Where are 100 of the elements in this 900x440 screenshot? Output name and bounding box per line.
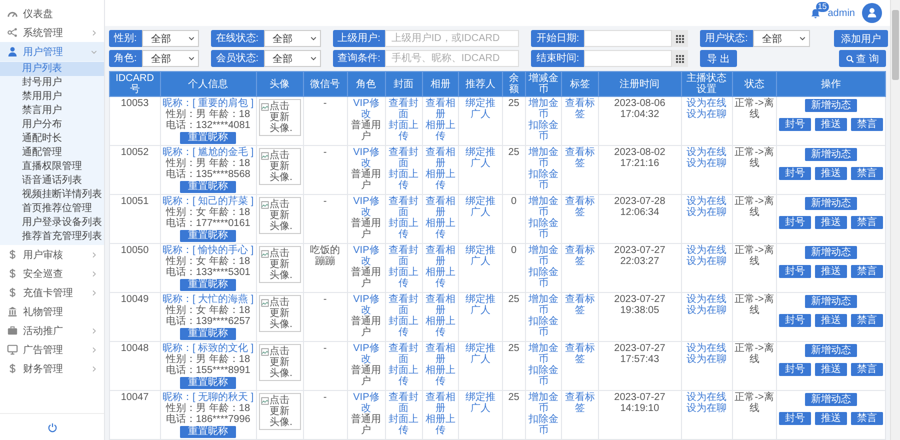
vip-edit-link[interactable]: VIP修改 bbox=[350, 343, 383, 365]
album-link[interactable]: 相册上传 bbox=[424, 267, 456, 289]
album-link[interactable]: 查看相册 bbox=[424, 294, 456, 316]
nickname-link[interactable]: 昵称：[ 愉快的手心 ] bbox=[162, 245, 254, 256]
action-button[interactable]: 新增动态 bbox=[804, 197, 857, 210]
select-field[interactable]: 全部 bbox=[264, 30, 321, 47]
coin-link[interactable]: 扣除金币 bbox=[528, 267, 560, 289]
vip-edit-link[interactable]: VIP修改 bbox=[350, 392, 383, 414]
avatar-placeholder[interactable]: 点击更新头像. bbox=[258, 148, 301, 185]
host-status-link[interactable]: 设为在聊 bbox=[686, 403, 727, 414]
host-status-link[interactable]: 设为在线 bbox=[686, 147, 727, 158]
cover-link[interactable]: 查看封面 bbox=[388, 196, 420, 218]
menu-item[interactable]: 财务管理 bbox=[0, 359, 104, 378]
action-button[interactable]: 新增动态 bbox=[804, 393, 857, 406]
submenu-item[interactable]: 通配时长 bbox=[0, 132, 104, 146]
action-button[interactable]: 封号 bbox=[778, 363, 811, 376]
submenu-item[interactable]: 首页推荐位管理 bbox=[0, 202, 104, 216]
avatar-placeholder[interactable]: 点击更新头像. bbox=[258, 344, 301, 381]
action-button[interactable]: 禁言 bbox=[850, 216, 883, 229]
reset-nickname-button[interactable]: 重置昵称 bbox=[180, 181, 236, 193]
host-status-link[interactable]: 设为在线 bbox=[686, 294, 727, 305]
date-field[interactable] bbox=[584, 30, 672, 47]
album-link[interactable]: 查看相册 bbox=[424, 147, 456, 169]
menu-item[interactable]: 用户管理 bbox=[0, 42, 104, 61]
cover-link[interactable]: 封面上传 bbox=[388, 218, 420, 240]
cover-link[interactable]: 查看封面 bbox=[388, 343, 420, 365]
action-button[interactable]: 新增动态 bbox=[804, 148, 857, 161]
avatar-placeholder[interactable]: 点击更新头像. bbox=[258, 295, 301, 332]
host-status-link[interactable]: 设为在聊 bbox=[686, 256, 727, 267]
reset-nickname-button[interactable]: 重置昵称 bbox=[180, 230, 236, 242]
scrollbar[interactable] bbox=[890, 0, 900, 440]
vip-edit-link[interactable]: VIP修改 bbox=[350, 196, 383, 218]
action-button[interactable]: 新增动态 bbox=[804, 99, 857, 112]
nickname-link[interactable]: 昵称：[ 无聊的秋天 ] bbox=[162, 392, 254, 403]
submenu-item[interactable]: 用户列表 bbox=[0, 62, 104, 76]
action-button[interactable]: 封号 bbox=[778, 265, 811, 278]
coin-link[interactable]: 扣除金币 bbox=[528, 414, 560, 436]
action-button[interactable]: 推送 bbox=[814, 363, 847, 376]
submenu-item[interactable]: 用户分布 bbox=[0, 118, 104, 132]
album-link[interactable]: 查看相册 bbox=[424, 245, 456, 267]
album-link[interactable]: 查看相册 bbox=[424, 392, 456, 414]
vip-edit-link[interactable]: VIP修改 bbox=[350, 98, 383, 120]
coin-link[interactable]: 增加金币 bbox=[528, 147, 560, 169]
coin-link[interactable]: 扣除金币 bbox=[528, 365, 560, 387]
coin-link[interactable]: 扣除金币 bbox=[528, 218, 560, 240]
coin-link[interactable]: 增加金币 bbox=[528, 98, 560, 120]
cover-link[interactable]: 查看封面 bbox=[388, 147, 420, 169]
coin-link[interactable]: 增加金币 bbox=[528, 245, 560, 267]
action-button[interactable]: 禁言 bbox=[850, 412, 883, 425]
coin-link[interactable]: 增加金币 bbox=[528, 294, 560, 316]
menu-item[interactable]: 仪表盘 bbox=[0, 4, 104, 23]
submenu-item[interactable]: 直播权限管理 bbox=[0, 160, 104, 174]
menu-item[interactable]: 用户审核 bbox=[0, 245, 104, 264]
album-link[interactable]: 相册上传 bbox=[424, 218, 456, 240]
vip-edit-link[interactable]: VIP修改 bbox=[350, 147, 383, 169]
album-link[interactable]: 相册上传 bbox=[424, 414, 456, 436]
reset-nickname-button[interactable]: 重置昵称 bbox=[180, 279, 236, 291]
coin-link[interactable]: 增加金币 bbox=[528, 343, 560, 365]
host-status-link[interactable]: 设为在聊 bbox=[686, 354, 727, 365]
action-button[interactable]: 推送 bbox=[814, 167, 847, 180]
cover-link[interactable]: 封面上传 bbox=[388, 169, 420, 191]
host-status-link[interactable]: 设为在聊 bbox=[686, 158, 727, 169]
album-link[interactable]: 查看相册 bbox=[424, 196, 456, 218]
input-field[interactable]: 手机号、昵称、IDCARD bbox=[385, 50, 520, 67]
submenu-item[interactable]: 通配管理 bbox=[0, 146, 104, 160]
add-user-button[interactable]: 添加用户 bbox=[834, 30, 888, 47]
action-button[interactable]: 禁言 bbox=[850, 363, 883, 376]
avatar-placeholder[interactable]: 点击更新头像. bbox=[258, 197, 301, 234]
host-status-link[interactable]: 设为在聊 bbox=[686, 109, 727, 120]
album-link[interactable]: 相册上传 bbox=[424, 169, 456, 191]
action-button[interactable]: 推送 bbox=[814, 314, 847, 327]
cover-link[interactable]: 封面上传 bbox=[388, 120, 420, 142]
vip-edit-link[interactable]: VIP修改 bbox=[350, 245, 383, 267]
coin-link[interactable]: 增加金币 bbox=[528, 196, 560, 218]
album-link[interactable]: 查看相册 bbox=[424, 343, 456, 365]
action-button[interactable]: 禁言 bbox=[850, 167, 883, 180]
coin-link[interactable]: 扣除金币 bbox=[528, 120, 560, 142]
action-button[interactable]: 禁言 bbox=[850, 118, 883, 131]
action-button[interactable]: 新增动态 bbox=[804, 246, 857, 259]
host-status-link[interactable]: 设为在线 bbox=[686, 245, 727, 256]
submenu-item[interactable]: 推荐首充管理列表 bbox=[0, 230, 104, 244]
action-button[interactable]: 禁言 bbox=[850, 314, 883, 327]
date-field[interactable] bbox=[584, 50, 672, 67]
host-status-link[interactable]: 设为在线 bbox=[686, 196, 727, 207]
cover-link[interactable]: 查看封面 bbox=[388, 392, 420, 414]
menu-item[interactable]: 礼物管理 bbox=[0, 302, 104, 321]
select-field[interactable]: 全部 bbox=[142, 50, 199, 67]
action-button[interactable]: 封号 bbox=[778, 314, 811, 327]
avatar-placeholder[interactable]: 点击更新头像. bbox=[258, 393, 301, 430]
menu-item[interactable]: 广告管理 bbox=[0, 340, 104, 359]
export-button[interactable]: 导 出 bbox=[700, 50, 737, 67]
action-button[interactable]: 禁言 bbox=[850, 265, 883, 278]
cover-link[interactable]: 查看封面 bbox=[388, 245, 420, 267]
cover-link[interactable]: 封面上传 bbox=[388, 365, 420, 387]
bell-icon[interactable] bbox=[810, 8, 821, 18]
vip-edit-link[interactable]: VIP修改 bbox=[350, 294, 383, 316]
cover-link[interactable]: 封面上传 bbox=[388, 414, 420, 436]
coin-link[interactable]: 扣除金币 bbox=[528, 316, 560, 338]
user-name[interactable]: admin bbox=[828, 8, 855, 18]
nickname-link[interactable]: 昵称：[ 重要的肩包 ] bbox=[162, 98, 254, 109]
